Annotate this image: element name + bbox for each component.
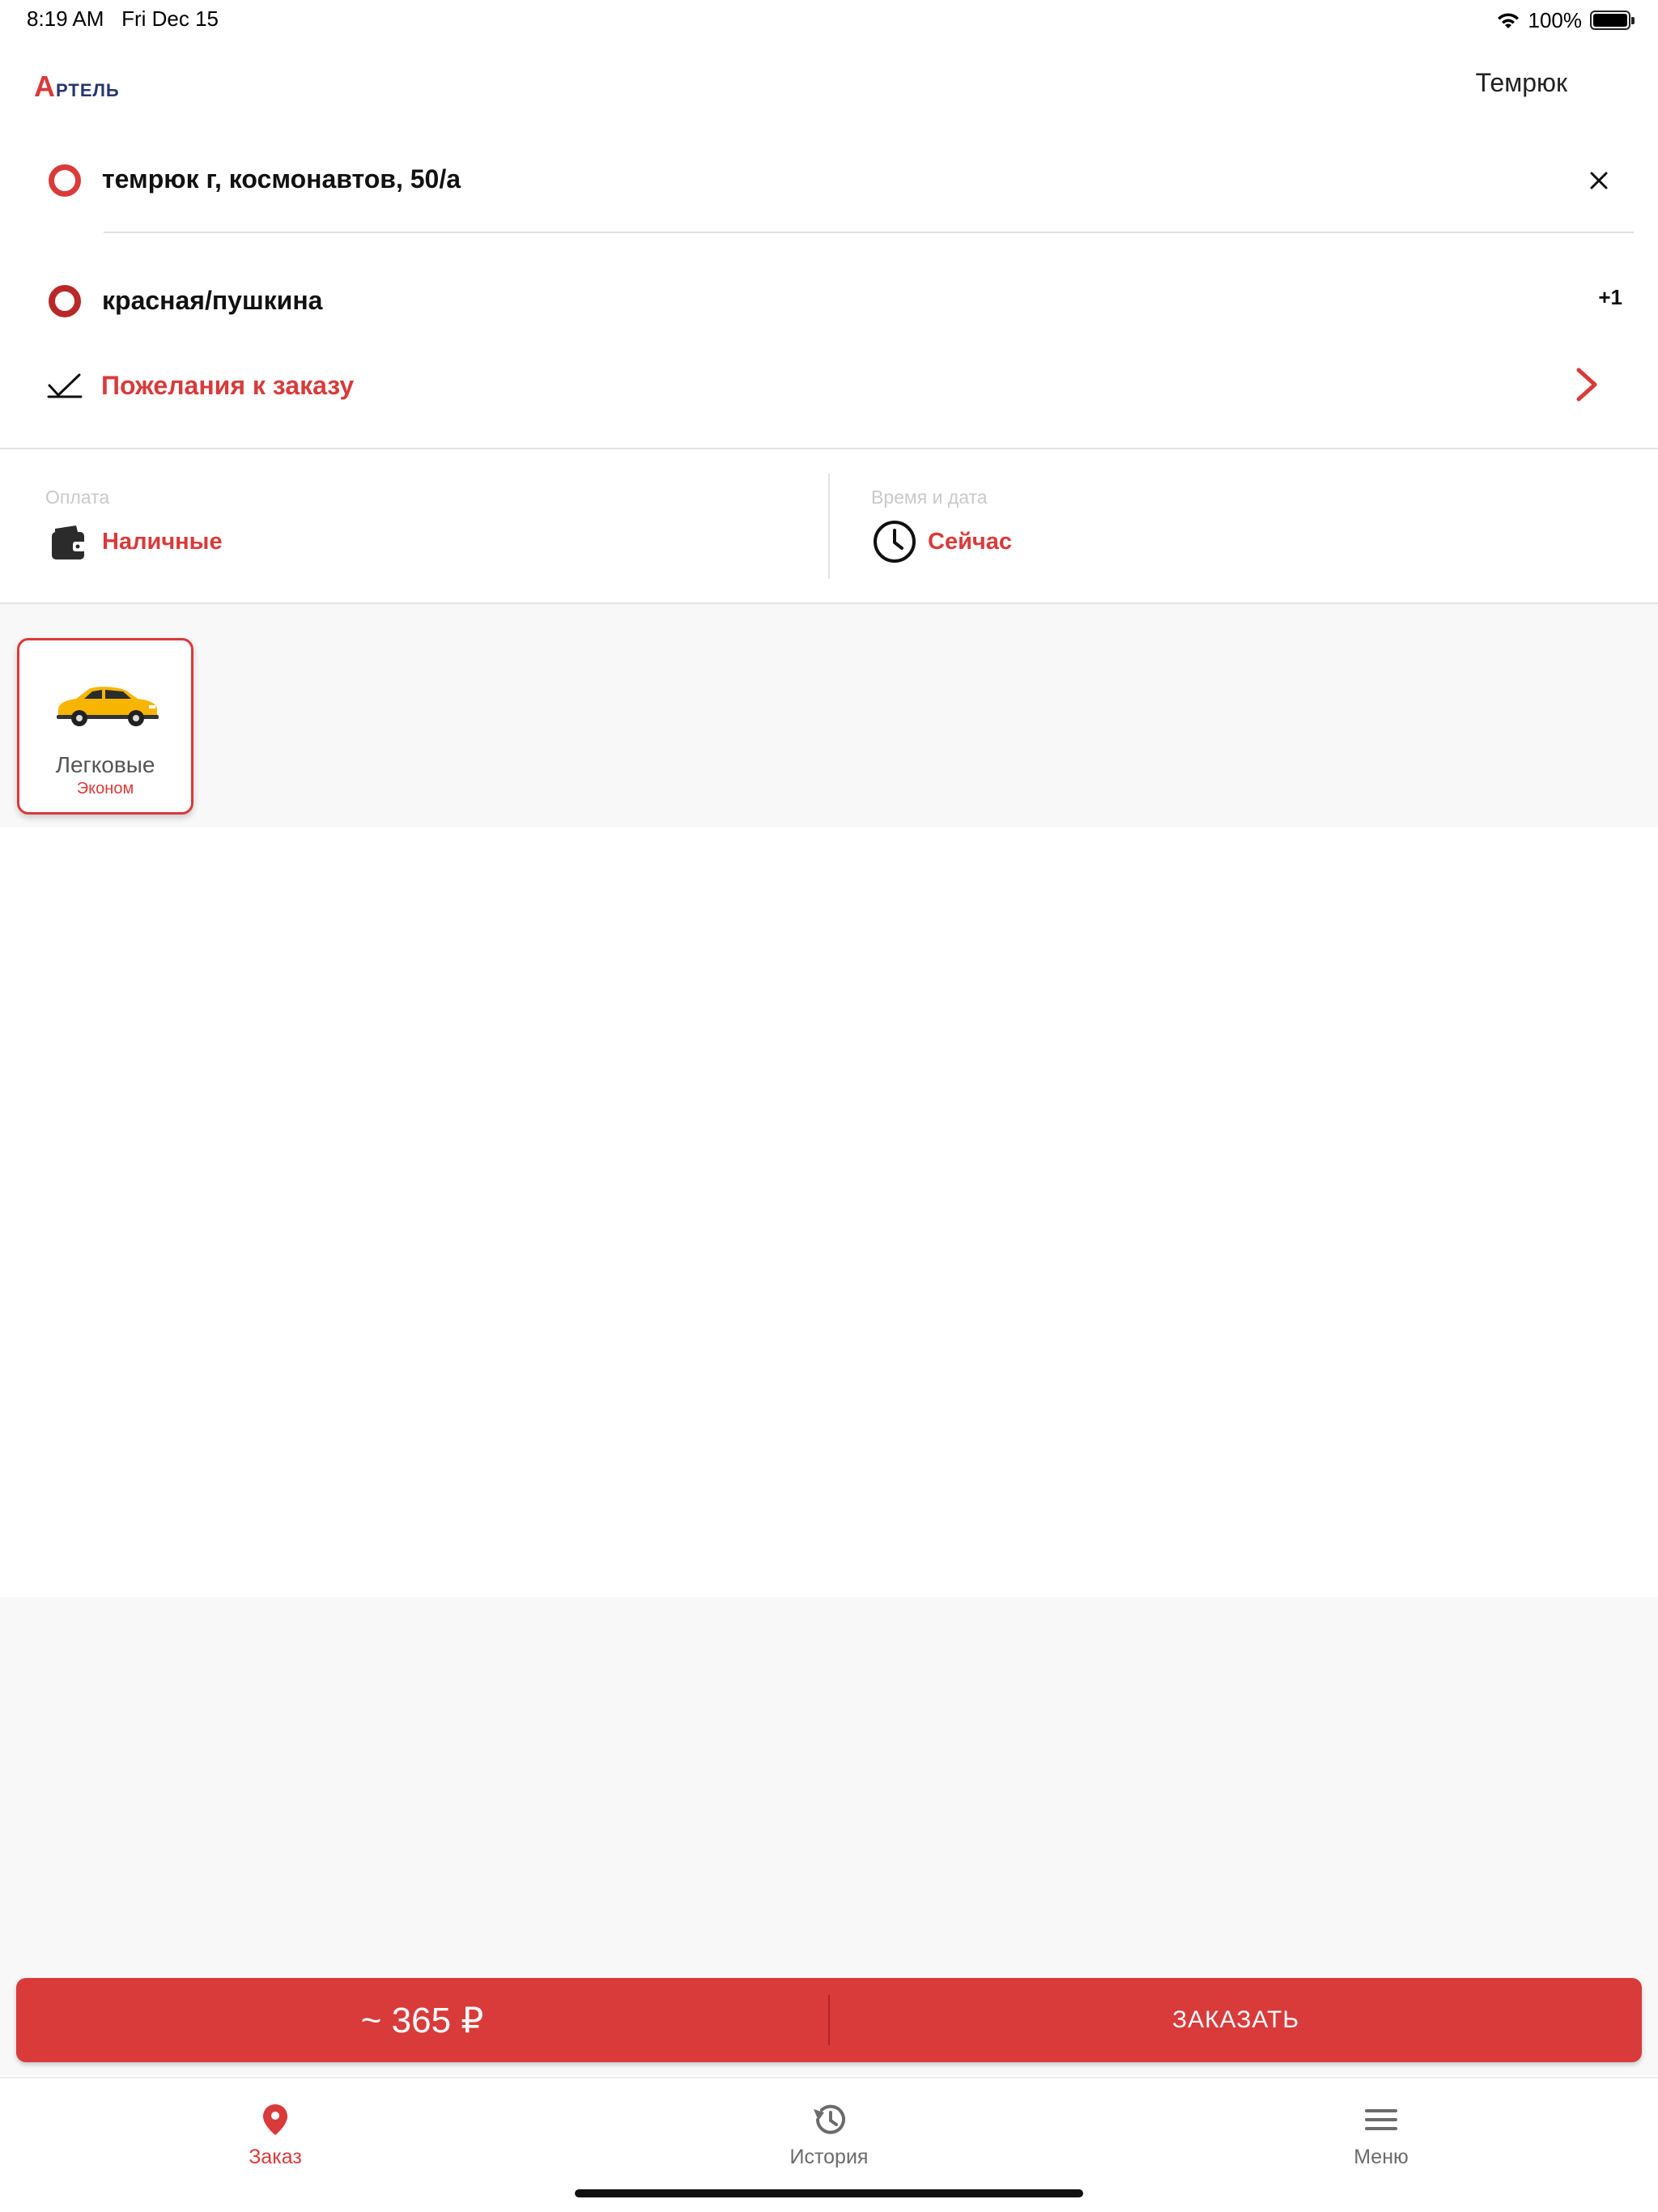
app-logo: Артель [34, 70, 120, 104]
clear-origin-button[interactable] [1585, 167, 1613, 194]
car-class-title: Легковые [55, 752, 155, 777]
status-bar-right: 100% [1496, 6, 1635, 34]
car-class-area [0, 604, 1658, 827]
hamburger-menu-icon [1365, 2109, 1397, 2130]
payment-method[interactable]: Наличные [102, 529, 223, 555]
tab-menu[interactable]: Меню [1300, 2103, 1462, 2169]
location-pin-icon [263, 2104, 287, 2135]
checkmark-icon [47, 373, 83, 398]
history-icon [814, 2104, 845, 2134]
battery-icon [1590, 11, 1635, 30]
close-icon [1590, 172, 1608, 189]
taxi-car-icon [57, 687, 159, 726]
tab-menu-label: Меню [1354, 2146, 1409, 2168]
order-bar[interactable]: ~ 365 ₽ ЗАКАЗАТЬ [16, 1978, 1642, 2062]
chevron-right-icon[interactable] [1571, 367, 1603, 402]
wifi-icon [1497, 13, 1519, 28]
order-button[interactable]: ЗАКАЗАТЬ [830, 2006, 1642, 2034]
extra-stops-badge[interactable]: +1 [1598, 285, 1622, 310]
tab-history[interactable]: История [748, 2103, 910, 2169]
payment-label: Оплата [45, 487, 110, 508]
order-time[interactable]: Сейчас [928, 529, 1012, 555]
status-bar-left: 8:19 AM Fri Dec 15 [27, 6, 219, 32]
tab-order-label: Заказ [249, 2146, 302, 2168]
wallet-icon [52, 525, 86, 559]
section-divider [0, 448, 1658, 449]
status-time: 8:19 AM [27, 6, 104, 31]
logo-initial: А [34, 70, 56, 103]
car-class-subtitle: Эконом [76, 780, 134, 798]
car-class-card[interactable]: Легковые Эконом [17, 638, 193, 815]
address-divider [104, 232, 1634, 233]
time-label: Время и дата [871, 487, 988, 508]
clock-icon [874, 521, 916, 563]
origin-marker-icon [49, 164, 81, 197]
battery-percent: 100% [1528, 7, 1583, 32]
tab-order[interactable]: Заказ [194, 2103, 356, 2169]
city-selector[interactable]: Темрюк [1476, 68, 1567, 98]
tab-history-label: История [789, 2146, 869, 2168]
status-date: Fri Dec 15 [121, 6, 219, 31]
order-wishes-link[interactable]: Пожелания к заказу [101, 371, 354, 401]
destination-address[interactable]: красная/пушкина [102, 286, 322, 316]
home-indicator[interactable] [575, 2189, 1083, 2197]
destination-marker-icon [49, 285, 81, 317]
origin-address[interactable]: темрюк г, космонавтов, 50/а [102, 164, 461, 194]
order-price: ~ 365 ₽ [360, 2000, 484, 2040]
logo-text: ртель [56, 73, 120, 102]
payment-time-separator [828, 474, 830, 579]
